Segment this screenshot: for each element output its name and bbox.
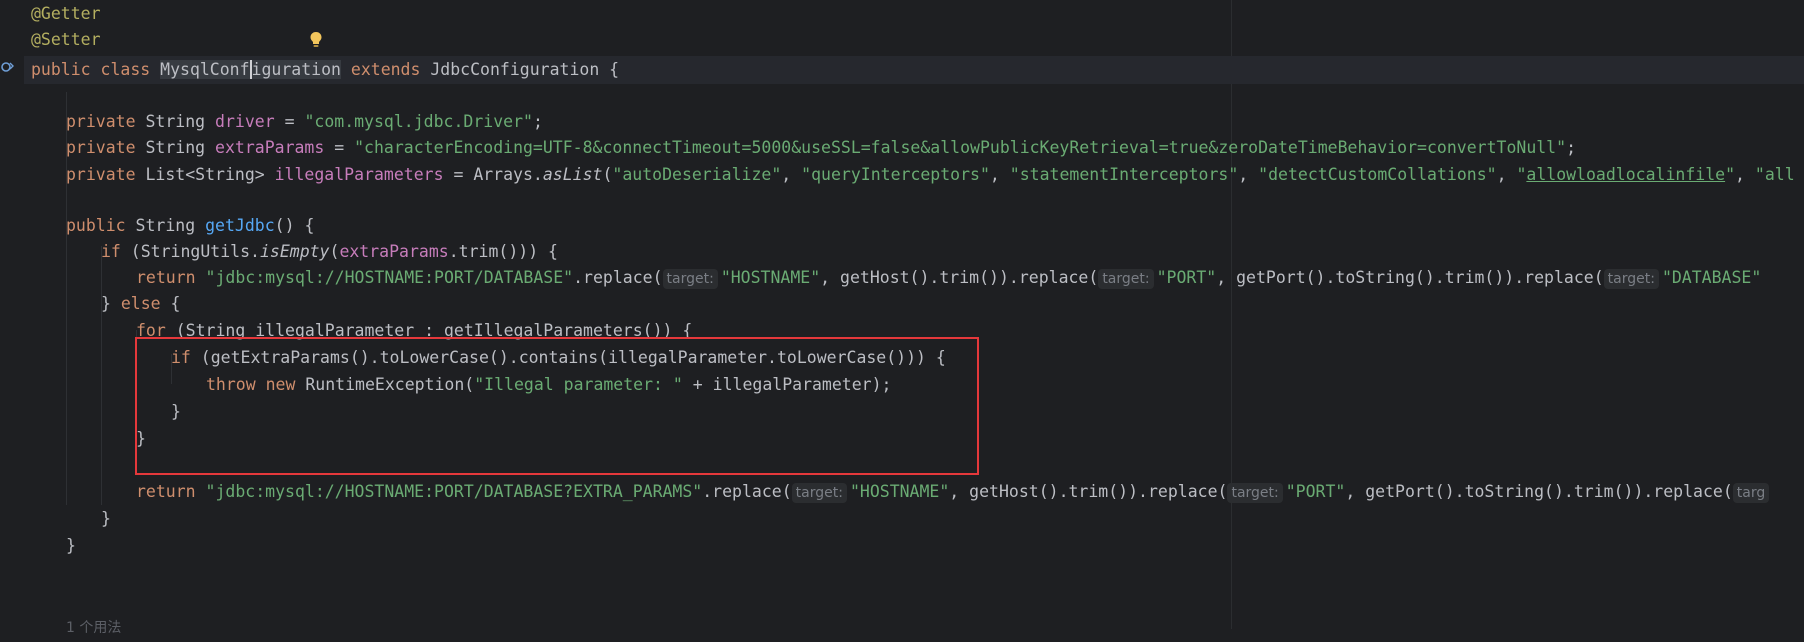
code-text: =	[274, 112, 305, 131]
field-name: driver	[215, 112, 275, 131]
right-margin-guide	[1231, 0, 1232, 629]
field-name: extraParams	[215, 138, 325, 157]
code-line-21: }	[66, 536, 76, 555]
code-text: (	[329, 242, 340, 261]
override-marker-icon[interactable]	[0, 60, 14, 74]
string-literal: "characterEncoding=UTF-8&connectTimeout=…	[354, 138, 1567, 157]
string-literal: "DATABASE"	[1661, 268, 1762, 287]
code-line-19: return "jdbc:mysql://HOSTNAME:PORT/DATAB…	[136, 478, 1772, 506]
method-call: asList	[542, 165, 603, 184]
editor-gutter	[0, 0, 24, 629]
parameter-hint: target:	[791, 483, 847, 503]
code-text: ,	[989, 165, 1010, 184]
string-literal: "queryInterceptors"	[801, 165, 990, 184]
parameter-hint: target:	[1227, 483, 1283, 503]
string-literal: "autoDeserialize"	[612, 165, 782, 184]
code-text: .trim())) {	[448, 242, 558, 261]
string-literal: "detectCustomCollations"	[1258, 165, 1497, 184]
keyword: public	[66, 216, 126, 235]
field-name: illegalParameters	[274, 165, 444, 184]
code-text: }	[101, 294, 121, 313]
code-line-2: @Setter	[31, 30, 101, 49]
code-line-1: @Getter	[31, 4, 101, 23]
code-line-11: return "jdbc:mysql://HOSTNAME:PORT/DATAB…	[136, 264, 1761, 292]
keyword: return	[136, 482, 196, 501]
parameter-hint: target:	[1098, 269, 1154, 289]
code-text: , getHost().trim()).replace(	[820, 268, 1099, 287]
code-text: ,	[1496, 165, 1517, 184]
code-line-7: private List<String> illegalParameters =…	[66, 161, 1795, 189]
code-text: ,	[1735, 165, 1755, 184]
method-call: isEmpty	[259, 242, 330, 261]
code-text: ;	[532, 112, 543, 131]
code-line-10: if (StringUtils.isEmpty(extraParams.trim…	[101, 238, 558, 266]
typo-string-literal: allowloadlocalinfile	[1526, 165, 1726, 184]
code-line-3: public class MysqlConf iguration extends …	[31, 56, 619, 84]
highlight-annotation-box	[135, 337, 979, 475]
code-text: String	[125, 216, 206, 235]
code-text: ;	[1566, 138, 1576, 157]
string-literal: "statementInterceptors"	[1009, 165, 1239, 184]
string-literal: "	[1725, 165, 1736, 184]
code-text: ,	[781, 165, 802, 184]
code-text: ,	[1238, 165, 1259, 184]
string-literal: "HOSTNAME"	[720, 268, 821, 287]
usage-count-hint[interactable]: 1 个用法	[66, 614, 121, 642]
code-text: , getPort().toString().trim()).replace(	[1345, 482, 1733, 501]
keyword: else	[120, 294, 161, 313]
string-literal: "all	[1754, 165, 1795, 184]
string-literal: "com.mysql.jdbc.Driver"	[304, 112, 533, 131]
class-name-part: MysqlConf	[160, 60, 250, 79]
code-text: .replace(	[702, 482, 792, 501]
keyword: private	[66, 138, 136, 157]
code-editor[interactable]: @Getter @Setter public class MysqlConf ig…	[0, 0, 1804, 636]
code-text: String	[135, 138, 216, 157]
method-name: getJdbc	[205, 216, 275, 235]
string-literal: "jdbc:mysql://HOSTNAME:PORT/DATABASE?EXT…	[195, 482, 703, 501]
code-text: JdbcConfiguration {	[420, 60, 620, 79]
class-name-part: iguration	[251, 60, 341, 79]
code-text: , getHost().trim()).replace(	[949, 482, 1228, 501]
code-line-5: private String driver = "com.mysql.jdbc.…	[66, 108, 543, 136]
code-text: String	[135, 112, 216, 131]
parameter-hint: target:	[662, 269, 718, 289]
keyword: if	[101, 242, 121, 261]
keyword: private	[66, 112, 136, 131]
field-name: extraParams	[339, 242, 449, 261]
keyword: private	[66, 165, 136, 184]
code-text: {	[160, 294, 181, 313]
class-name-highlight: MysqlConf iguration	[160, 60, 341, 79]
keyword: return	[136, 268, 196, 287]
parameter-hint: target:	[1603, 269, 1659, 289]
code-text: = Arrays.	[443, 165, 543, 184]
code-line-12: } else {	[101, 290, 181, 318]
string-literal: "	[1516, 165, 1527, 184]
lightbulb-icon[interactable]	[309, 31, 323, 49]
code-line-6: private String extraParams = "characterE…	[66, 134, 1576, 162]
code-line-9: public String getJdbc() {	[66, 212, 314, 240]
keyword: public class	[31, 60, 161, 79]
code-text: (StringUtils.	[120, 242, 260, 261]
string-literal: "PORT"	[1285, 482, 1346, 501]
string-literal: "HOSTNAME"	[849, 482, 950, 501]
code-text: () {	[274, 216, 315, 235]
code-text: List<String>	[135, 165, 275, 184]
code-text: , getPort().toString().trim()).replace(	[1216, 268, 1604, 287]
code-text: (	[602, 165, 613, 184]
parameter-hint: targ	[1732, 483, 1770, 503]
indent-guide	[101, 246, 102, 505]
code-text: =	[324, 138, 355, 157]
keyword: extends	[350, 60, 421, 79]
string-literal: "jdbc:mysql://HOSTNAME:PORT/DATABASE"	[195, 268, 574, 287]
code-text: .replace(	[573, 268, 663, 287]
string-literal: "PORT"	[1156, 268, 1217, 287]
code-line-20: }	[101, 509, 111, 528]
